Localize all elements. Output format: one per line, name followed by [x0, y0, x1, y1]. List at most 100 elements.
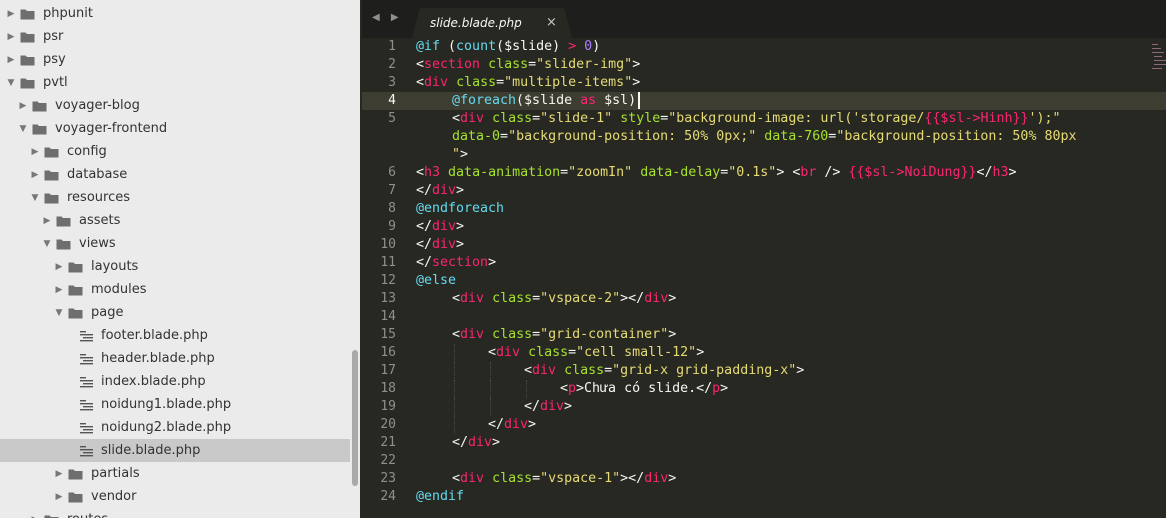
code-token: @endforeach: [416, 201, 505, 216]
code-token: div: [432, 183, 457, 198]
sidebar-folder-item[interactable]: ▼ views: [0, 232, 360, 255]
chevron-right-icon[interactable]: ▶: [6, 9, 16, 19]
code-editor: ◀ ▶ slide.blade.php × 1 2 3 4 5 6 7 8 9 10 11 12 13 1…: [362, 0, 1166, 518]
line-number: 14: [380, 309, 396, 324]
line-number: 21: [380, 435, 396, 450]
chevron-right-icon[interactable]: ▶: [42, 216, 52, 226]
folder-icon: [56, 238, 71, 250]
code-token: >: [696, 345, 705, 360]
sidebar-item-label: psr: [43, 29, 64, 44]
sidebar-folder-item[interactable]: ▶ routes: [0, 508, 360, 518]
sidebar-folder-item[interactable]: ▶ psy: [0, 48, 354, 71]
sidebar-folder-item[interactable]: ▶ partials: [0, 462, 360, 485]
code-token: class: [488, 57, 529, 72]
chevron-down-icon[interactable]: ▼: [18, 124, 28, 134]
file-icon: [80, 422, 93, 434]
sidebar-folder-item[interactable]: ▶ phpunit: [0, 2, 354, 25]
sidebar-item-label: header.blade.php: [101, 351, 215, 366]
sidebar-folder-item[interactable]: ▼ page: [0, 301, 360, 324]
minimap-line: [1152, 44, 1158, 45]
tab-nav-arrows-icon[interactable]: ◀ ▶: [372, 12, 403, 23]
chevron-right-icon[interactable]: ▶: [6, 55, 16, 65]
chevron-down-icon[interactable]: ▼: [42, 239, 52, 249]
chevron-down-icon[interactable]: ▼: [54, 308, 64, 318]
sidebar-folder-item[interactable]: ▶ voyager-blog: [0, 94, 360, 117]
tab-bar: ◀ ▶ slide.blade.php ×: [362, 0, 1166, 38]
code-line: </div>: [452, 434, 500, 452]
text-cursor: [638, 92, 640, 109]
code-area[interactable]: @if (count($slide) > 0) <section class="s…: [416, 38, 1166, 518]
sidebar-file-item[interactable]: ▶index.blade.php: [0, 370, 360, 393]
line-number: 5: [388, 111, 396, 126]
line-number: 1: [388, 39, 396, 54]
code-token: =: [568, 345, 577, 360]
code-line: <div class="multiple-items">: [416, 74, 640, 92]
sidebar-item-label: vendor: [91, 489, 137, 504]
sidebar-folder-item[interactable]: ▶ modules: [0, 278, 360, 301]
sidebar-folder-item[interactable]: ▼ pvtl: [0, 71, 354, 94]
code-token: </: [452, 435, 469, 450]
sidebar-file-item[interactable]: ▶noidung1.blade.php: [0, 393, 360, 416]
code-line: </div>: [524, 398, 572, 416]
line-number: 20: [380, 417, 396, 432]
sidebar-folder-item[interactable]: ▼ resources: [0, 186, 360, 209]
sidebar-folder-item[interactable]: ▶ layouts: [0, 255, 360, 278]
code-token: >: [668, 291, 677, 306]
code-token: h3: [992, 165, 1009, 180]
code-token: =: [532, 327, 541, 342]
chevron-right-icon[interactable]: ▶: [54, 285, 64, 295]
sidebar-file-item[interactable]: ▶slide.blade.php: [0, 439, 360, 462]
close-icon[interactable]: ×: [546, 15, 557, 30]
code-token: >: [1008, 165, 1017, 180]
folder-icon: [20, 31, 35, 43]
chevron-right-icon[interactable]: ▶: [54, 492, 64, 502]
sidebar-file-item[interactable]: ▶noidung2.blade.php: [0, 416, 360, 439]
minimap[interactable]: [1152, 40, 1166, 80]
sidebar-folder-item[interactable]: ▶ vendor: [0, 485, 360, 508]
sidebar-folder-item[interactable]: ▼ voyager-frontend: [0, 117, 360, 140]
code-token: >: [632, 57, 641, 72]
chevron-right-icon[interactable]: ▶: [18, 101, 28, 111]
sidebar-item-label: phpunit: [43, 6, 93, 21]
code-token: >: [492, 435, 501, 450]
code-token: "grid-x grid-padding-x": [612, 363, 797, 378]
sidebar-folder-item[interactable]: ▶ psr: [0, 25, 354, 48]
code-token: =: [500, 129, 509, 144]
sidebar-file-item[interactable]: ▶header.blade.php: [0, 347, 360, 370]
code-token: <: [416, 57, 425, 72]
indent-guide: [490, 362, 491, 380]
tab-title: slide.blade.php: [430, 16, 522, 30]
code-token: data-760: [764, 129, 829, 144]
sidebar-folder-item[interactable]: ▶ assets: [0, 209, 360, 232]
sidebar-file-item[interactable]: ▶footer.blade.php: [0, 324, 360, 347]
chevron-right-icon[interactable]: ▶: [54, 262, 64, 272]
tab-slide-blade[interactable]: slide.blade.php ×: [412, 8, 572, 38]
code-token: >: [568, 39, 577, 54]
line-number: 16: [380, 345, 396, 360]
chevron-right-icon[interactable]: ▶: [30, 515, 40, 518]
sidebar-folder-item[interactable]: ▶ database: [0, 163, 360, 186]
sidebar-item-label: database: [67, 167, 128, 182]
chevron-right-icon[interactable]: ▶: [30, 147, 40, 157]
sidebar-folder-item[interactable]: ▶ config: [0, 140, 360, 163]
chevron-right-icon[interactable]: ▶: [54, 469, 64, 479]
sidebar-item-label: routes: [67, 512, 108, 518]
code-token: 0: [584, 39, 593, 54]
line-number: 3: [388, 75, 396, 90]
chevron-down-icon[interactable]: ▼: [6, 78, 16, 88]
folder-icon: [68, 468, 83, 480]
code-token: <: [452, 327, 461, 342]
chevron-right-icon[interactable]: ▶: [6, 32, 16, 42]
code-token: >: [488, 255, 497, 270]
code-token: data-animation: [448, 165, 561, 180]
code-line: </div>: [416, 182, 464, 200]
chevron-down-icon[interactable]: ▼: [30, 193, 40, 203]
minimap-line: [1152, 48, 1161, 49]
code-line: <div class="slide-1" style="background-i…: [452, 110, 1061, 128]
chevron-right-icon[interactable]: ▶: [30, 170, 40, 180]
file-icon: [80, 353, 93, 365]
code-line: <p>Chưa có slide.</p>: [560, 380, 728, 398]
code-line: @else: [416, 272, 456, 290]
